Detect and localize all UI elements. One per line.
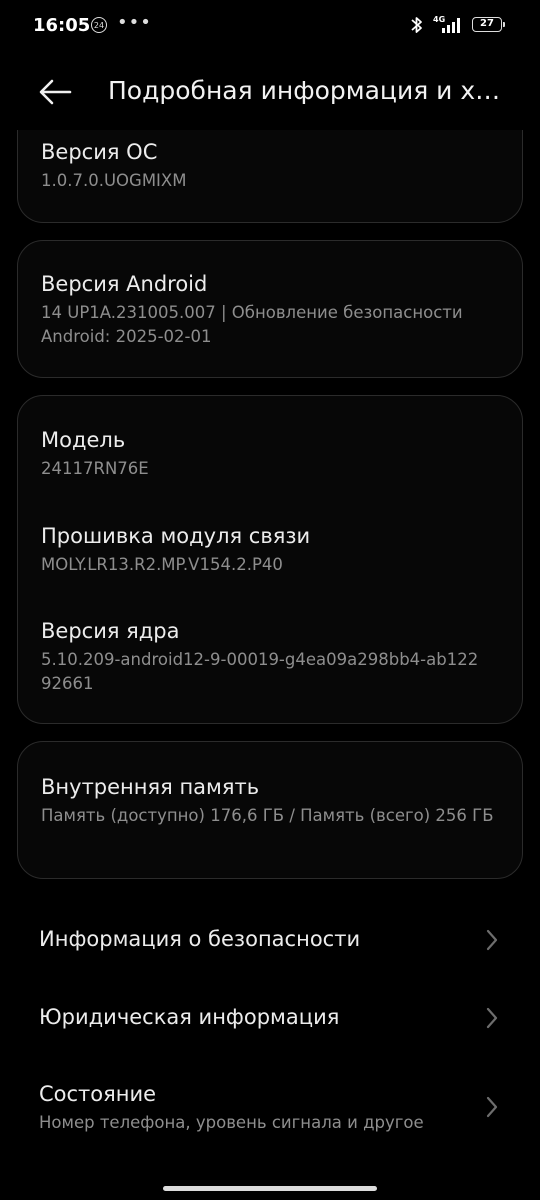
- os-version-card: Версия ОС 1.0.7.0.UOGMIXM: [17, 130, 523, 223]
- baseband-title: Прошивка модуля связи: [41, 524, 311, 548]
- chevron-right-icon: [486, 1007, 498, 1029]
- bluetooth-icon: [411, 17, 422, 33]
- baseband-value: MOLY.LR13.R2.MP.V154.2.P40: [41, 555, 283, 574]
- page-title: Подробная информация и х…: [108, 76, 501, 105]
- model-item[interactable]: Модель 24117RN76E: [41, 426, 501, 481]
- more-notifications-icon: •••: [117, 12, 152, 33]
- chevron-right-icon: [486, 929, 498, 951]
- storage-value: Память (доступно) 176,6 ГБ / Память (все…: [41, 806, 494, 825]
- status-bar: 16:05 24 ••• 4G 27: [0, 0, 540, 52]
- status-subtitle: Номер телефона, уровень сигнала и другое: [39, 1113, 424, 1132]
- status-title: Состояние: [39, 1082, 157, 1106]
- os-version-item[interactable]: Версия ОС 1.0.7.0.UOGMIXM: [41, 138, 501, 193]
- device-info-card: Модель 24117RN76E Прошивка модуля связи …: [17, 395, 523, 724]
- kernel-item[interactable]: Версия ядра 5.10.209-android12-9-00019-g…: [41, 617, 501, 696]
- kernel-title: Версия ядра: [41, 619, 180, 643]
- baseband-item[interactable]: Прошивка модуля связи MOLY.LR13.R2.MP.V1…: [41, 522, 501, 577]
- home-indicator[interactable]: [163, 1186, 377, 1191]
- notification-badge-icon: 24: [91, 17, 107, 33]
- settings-list[interactable]: Версия ОС 1.0.7.0.UOGMIXM Версия Android…: [0, 130, 540, 1190]
- model-value: 24117RN76E: [41, 459, 149, 478]
- signal-icon: [442, 18, 460, 33]
- android-version-item[interactable]: Версия Android 14 UP1A.231005.007 | Обно…: [41, 270, 501, 349]
- status-row[interactable]: Состояние Номер телефона, уровень сигнал…: [0, 1070, 540, 1160]
- app-header: Подробная информация и х…: [0, 60, 540, 124]
- android-version-title: Версия Android: [41, 272, 208, 296]
- kernel-value: 5.10.209-android12-9-00019-g4ea09a298bb4…: [41, 650, 479, 693]
- legal-info-label: Юридическая информация: [39, 1005, 340, 1029]
- back-button[interactable]: [36, 74, 76, 110]
- model-title: Модель: [41, 428, 126, 452]
- storage-title: Внутренняя память: [41, 775, 260, 799]
- chevron-right-icon: [486, 1096, 498, 1118]
- security-info-label: Информация о безопасности: [39, 927, 361, 951]
- storage-item[interactable]: Внутренняя память Память (доступно) 176,…: [41, 773, 501, 828]
- os-version-value: 1.0.7.0.UOGMIXM: [41, 171, 187, 190]
- storage-card: Внутренняя память Память (доступно) 176,…: [17, 741, 523, 879]
- os-version-title: Версия ОС: [41, 140, 158, 164]
- android-version-value: 14 UP1A.231005.007 | Обновление безопасн…: [41, 303, 463, 346]
- battery-icon: 27: [472, 17, 505, 32]
- legal-info-row[interactable]: Юридическая информация: [0, 980, 540, 1058]
- status-time: 16:05: [33, 15, 91, 36]
- arrow-left-icon: [39, 79, 72, 105]
- security-info-row[interactable]: Информация о безопасности: [0, 902, 540, 980]
- android-version-card: Версия Android 14 UP1A.231005.007 | Обно…: [17, 240, 523, 378]
